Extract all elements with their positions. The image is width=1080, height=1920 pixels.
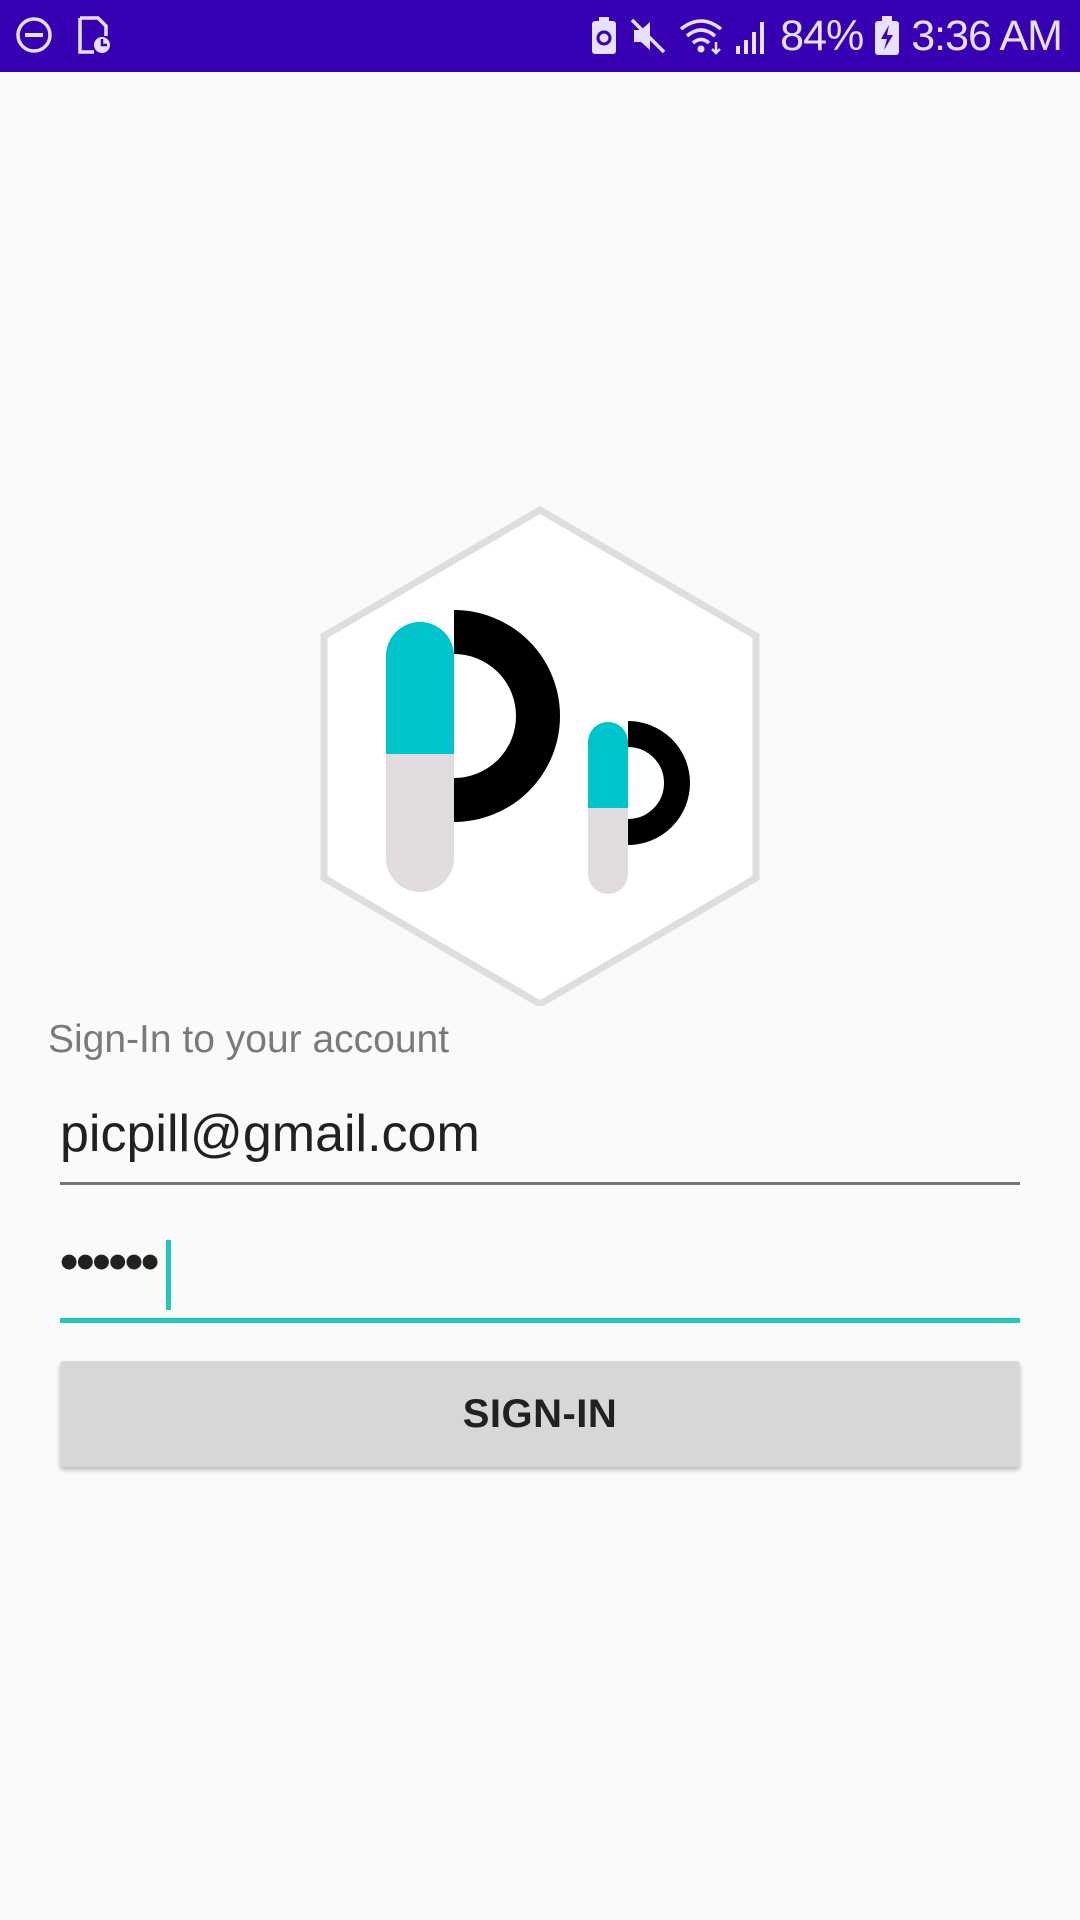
clock: 3:36 AM	[911, 11, 1063, 60]
battery-percent: 84%	[780, 11, 864, 60]
password-field[interactable]: ••••••	[60, 1232, 1020, 1323]
sign-in-button[interactable]: SIGN-IN	[60, 1361, 1020, 1467]
sign-in-subtitle: Sign-In to your account	[48, 1018, 450, 1061]
email-field[interactable]: picpill@gmail.com	[60, 1100, 1020, 1185]
screenshot-file-icon	[74, 14, 114, 61]
sign-in-button-label: SIGN-IN	[462, 1391, 618, 1436]
do-not-disturb-icon	[14, 15, 54, 60]
password-value: ••••••	[60, 1233, 159, 1291]
recycle-battery-icon	[590, 16, 618, 56]
status-bar-right: 84% 3:36 AM	[590, 0, 1063, 72]
text-cursor	[166, 1240, 171, 1310]
battery-charging-icon	[873, 15, 901, 57]
picpill-logo	[318, 505, 763, 1009]
status-bar: 84% 3:36 AM	[0, 0, 1080, 72]
status-bar-left	[14, 14, 114, 61]
wifi-icon	[678, 16, 724, 56]
mute-icon	[628, 16, 668, 56]
email-value: picpill@gmail.com	[60, 1105, 480, 1163]
signal-icon	[734, 16, 770, 56]
